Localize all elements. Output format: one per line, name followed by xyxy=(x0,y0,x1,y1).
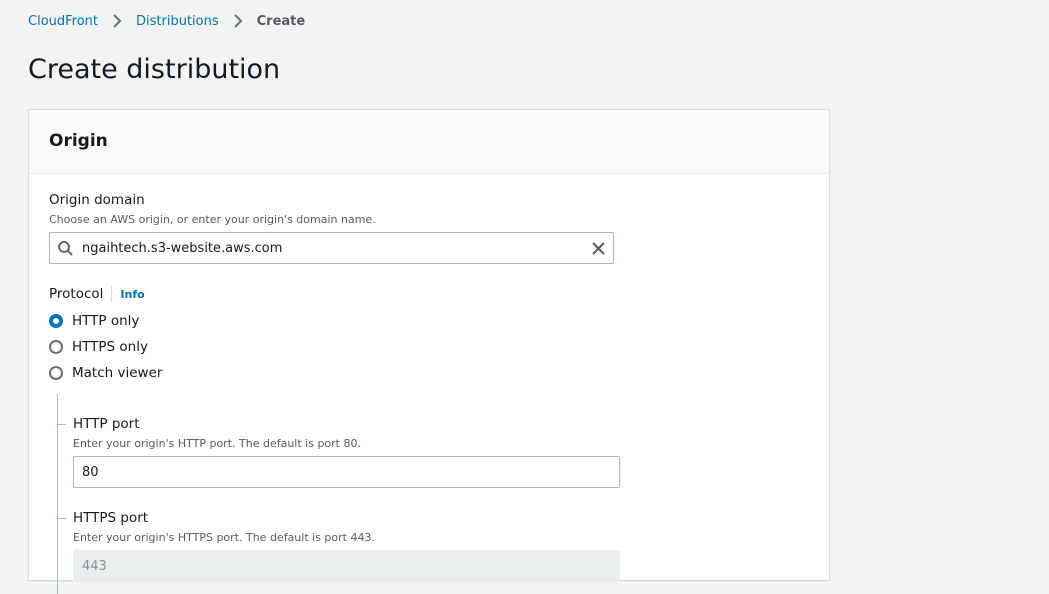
origin-domain-description: Choose an AWS origin, or enter your orig… xyxy=(49,213,376,226)
protocol-label: Protocol xyxy=(49,286,104,302)
radio-label: HTTPS only xyxy=(72,339,148,355)
protocol-info-link[interactable]: Info xyxy=(120,288,144,301)
search-icon xyxy=(57,240,74,261)
http-port-input[interactable] xyxy=(82,458,611,486)
protocol-label-row: Protocol Info xyxy=(49,286,145,302)
protocol-option-match-viewer[interactable]: Match viewer xyxy=(49,364,162,382)
panel-header: Origin xyxy=(29,110,829,174)
radio-button[interactable] xyxy=(49,314,63,328)
breadcrumb-distributions-link[interactable]: Distributions xyxy=(136,14,219,29)
protocol-option-https-only[interactable]: HTTPS only xyxy=(49,338,148,356)
label-divider xyxy=(111,286,113,302)
clear-icon[interactable] xyxy=(591,241,606,260)
breadcrumb-current: Create xyxy=(256,13,306,29)
chevron-right-icon xyxy=(229,12,247,30)
tree-branch-line xyxy=(57,424,66,425)
http-port-label: HTTP port xyxy=(73,416,140,432)
https-port-input xyxy=(82,552,611,580)
origin-domain-input[interactable] xyxy=(82,234,577,262)
http-port-field[interactable] xyxy=(73,456,620,488)
radio-label: HTTP only xyxy=(72,313,140,329)
radio-button[interactable] xyxy=(49,366,63,380)
origin-domain-field[interactable] xyxy=(49,232,614,264)
https-port-label: HTTPS port xyxy=(73,510,149,526)
origin-domain-label: Origin domain xyxy=(49,192,145,208)
origin-section-title: Origin xyxy=(49,131,108,151)
https-port-description: Enter your origin's HTTPS port. The defa… xyxy=(73,531,375,544)
breadcrumb: CloudFront Distributions Create xyxy=(28,12,305,30)
radio-label: Match viewer xyxy=(72,365,163,381)
http-port-description: Enter your origin's HTTP port. The defau… xyxy=(73,437,361,450)
page-title: Create distribution xyxy=(28,54,281,85)
protocol-option-http-only[interactable]: HTTP only xyxy=(49,312,139,330)
chevron-right-icon xyxy=(108,12,126,30)
https-port-field xyxy=(73,550,620,582)
tree-branch-line xyxy=(57,518,66,519)
breadcrumb-cloudfront-link[interactable]: CloudFront xyxy=(28,14,98,29)
radio-button[interactable] xyxy=(49,340,63,354)
origin-panel: Origin Origin domain Choose an AWS origi… xyxy=(28,109,830,594)
